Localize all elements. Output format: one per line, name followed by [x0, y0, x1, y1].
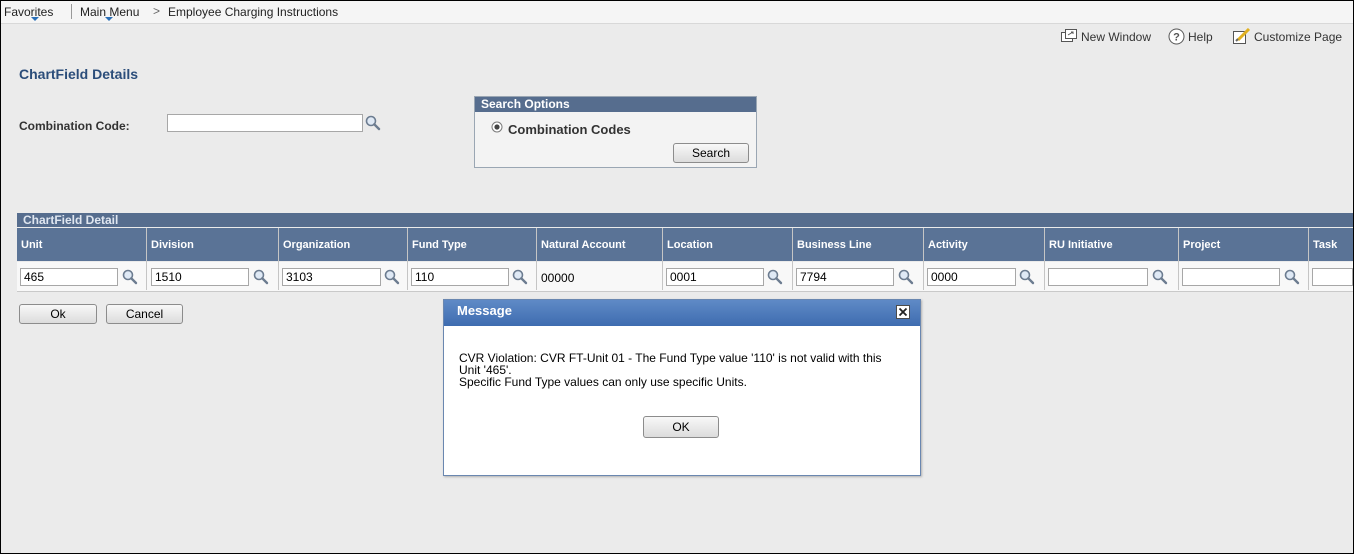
col-header-business-line[interactable]: Business Line — [797, 239, 872, 251]
location-lookup-icon[interactable] — [767, 269, 783, 285]
combination-code-input[interactable] — [167, 114, 363, 132]
breadcrumb-current[interactable]: Employee Charging Instructions — [168, 5, 338, 19]
column-divider — [662, 228, 663, 290]
ru-initiative-input[interactable] — [1048, 268, 1148, 286]
column-divider — [1178, 228, 1179, 290]
activity-input[interactable] — [927, 268, 1016, 286]
fund-type-input[interactable] — [411, 268, 509, 286]
combination-codes-radio[interactable] — [491, 121, 503, 136]
division-input[interactable] — [151, 268, 249, 286]
business-line-input[interactable] — [796, 268, 894, 286]
chartfield-detail-header: ChartField Detail — [17, 213, 1353, 227]
column-divider — [923, 228, 924, 290]
unit-input[interactable] — [20, 268, 118, 286]
project-input[interactable] — [1182, 268, 1280, 286]
message-ok-button[interactable]: OK — [643, 416, 719, 438]
col-header-location[interactable]: Location — [667, 239, 713, 251]
message-dialog-title: Message — [457, 303, 512, 318]
col-header-division[interactable]: Division — [151, 239, 194, 251]
column-divider — [278, 228, 279, 290]
col-header-unit[interactable]: Unit — [21, 239, 42, 251]
ru-initiative-lookup-icon[interactable] — [1152, 269, 1168, 285]
task-input[interactable] — [1312, 268, 1353, 286]
customize-page-link[interactable]: Customize Page — [1254, 30, 1342, 44]
search-options-header: Search Options — [475, 97, 756, 112]
col-header-organization[interactable]: Organization — [283, 239, 350, 251]
col-header-natural-account[interactable]: Natural Account — [541, 239, 626, 251]
message-dialog-titlebar[interactable] — [444, 300, 920, 326]
nav-divider — [71, 4, 72, 19]
project-lookup-icon[interactable] — [1284, 269, 1300, 285]
column-divider — [146, 228, 147, 290]
favorites-dropdown-icon[interactable] — [31, 17, 39, 21]
combination-code-lookup-icon[interactable] — [365, 115, 381, 131]
breadcrumb-separator: > — [153, 4, 161, 18]
col-header-fund-type[interactable]: Fund Type — [412, 239, 467, 251]
cancel-button[interactable]: Cancel — [106, 304, 183, 324]
search-options-group: Search Options Combination Codes Search — [474, 96, 757, 168]
combination-code-label: Combination Code: — [19, 119, 130, 133]
help-icon[interactable]: ? — [1168, 28, 1185, 48]
page-title: ChartField Details — [19, 66, 139, 82]
svg-text:?: ? — [1173, 32, 1180, 44]
column-divider — [407, 228, 408, 290]
column-divider — [792, 228, 793, 290]
business-line-lookup-icon[interactable] — [898, 269, 914, 285]
combination-codes-radio-label[interactable]: Combination Codes — [508, 122, 631, 137]
fund-type-lookup-icon[interactable] — [512, 269, 528, 285]
message-line: CVR Violation: CVR FT-Unit 01 - The Fund… — [459, 351, 882, 365]
main-menu-dropdown-icon[interactable] — [105, 17, 113, 21]
top-nav-bar: Favorites Main Menu > Employee Charging … — [1, 1, 1353, 24]
new-window-icon[interactable] — [1061, 29, 1077, 46]
close-icon[interactable] — [896, 305, 910, 319]
column-divider — [536, 228, 537, 290]
activity-lookup-icon[interactable] — [1019, 269, 1035, 285]
app-frame: Favorites Main Menu > Employee Charging … — [0, 0, 1354, 554]
message-text: CVR Violation: CVR FT-Unit 01 - The Fund… — [459, 352, 909, 388]
column-divider — [1044, 228, 1045, 290]
location-input[interactable] — [666, 268, 764, 286]
natural-account-value: 00000 — [541, 271, 575, 285]
organization-input[interactable] — [282, 268, 381, 286]
new-window-link[interactable]: New Window — [1081, 30, 1151, 44]
organization-lookup-icon[interactable] — [384, 269, 400, 285]
col-header-task[interactable]: Task — [1313, 239, 1337, 251]
col-header-project[interactable]: Project — [1183, 239, 1220, 251]
search-button[interactable]: Search — [673, 143, 749, 163]
ok-button[interactable]: Ok — [19, 304, 97, 324]
division-lookup-icon[interactable] — [253, 269, 269, 285]
favorites-menu[interactable]: Favorites — [4, 5, 53, 19]
col-header-activity[interactable]: Activity — [928, 239, 968, 251]
message-dialog: Message CVR Violation: CVR FT-Unit 01 - … — [443, 299, 921, 476]
help-link[interactable]: Help — [1188, 30, 1213, 44]
column-divider — [1308, 228, 1309, 290]
message-line: Specific Fund Type values can only use s… — [459, 375, 747, 389]
unit-lookup-icon[interactable] — [122, 269, 138, 285]
customize-page-icon[interactable] — [1233, 27, 1251, 48]
col-header-ru-initiative[interactable]: RU Initiative — [1049, 239, 1113, 251]
